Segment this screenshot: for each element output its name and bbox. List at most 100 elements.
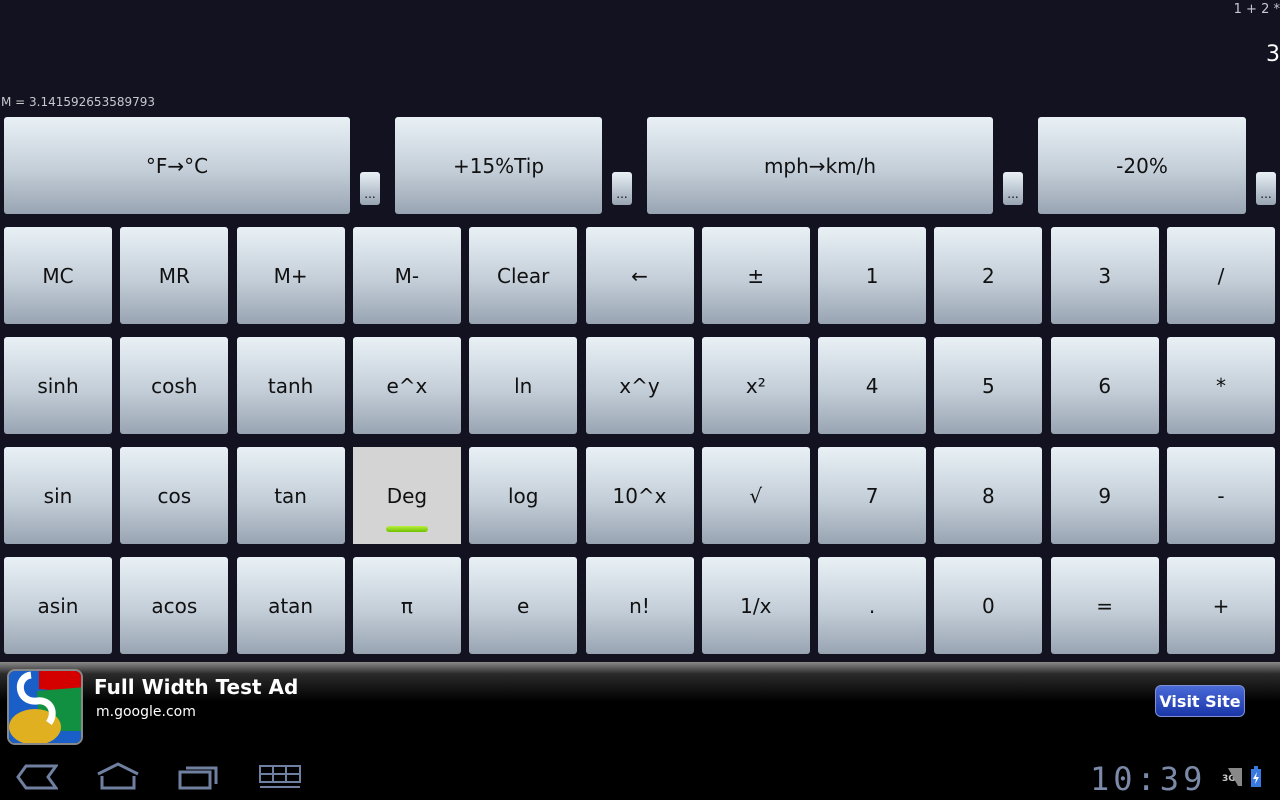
custom-function-button[interactable]: +15%Tip: [395, 117, 602, 214]
key-button[interactable]: ln: [469, 337, 578, 434]
key-label: ←: [631, 263, 648, 288]
key-button[interactable]: .: [818, 557, 927, 654]
recent-apps-icon[interactable]: [178, 764, 218, 790]
key-label: M+: [273, 263, 308, 288]
key-button[interactable]: 8: [934, 447, 1043, 544]
ad-banner[interactable]: Full Width Test Ad m.google.com Visit Si…: [0, 662, 1280, 752]
key-label: π: [400, 593, 413, 618]
key-button[interactable]: log: [469, 447, 578, 544]
key-label: /: [1217, 263, 1225, 288]
result-display: 3: [1266, 42, 1280, 67]
key-button[interactable]: -: [1167, 447, 1275, 544]
key-label: ln: [514, 373, 533, 398]
custom-function-options-button[interactable]: ...: [1003, 172, 1023, 205]
key-button[interactable]: 4: [818, 337, 927, 434]
key-label: 2: [982, 263, 995, 288]
deg-mode-toggle[interactable]: Deg: [352, 447, 461, 544]
key-button[interactable]: +: [1167, 557, 1275, 654]
custom-function-options-button[interactable]: ...: [360, 172, 380, 205]
key-button[interactable]: M-: [352, 227, 461, 324]
key-label: log: [507, 483, 539, 508]
expression-display: 1 + 2 *: [1233, 2, 1280, 17]
key-button[interactable]: =: [1050, 557, 1159, 654]
key-label: Deg: [386, 483, 428, 508]
key-button[interactable]: asin: [4, 557, 112, 654]
visit-site-button[interactable]: Visit Site: [1155, 685, 1245, 717]
key-button[interactable]: tan: [236, 447, 345, 544]
key-label: x²: [745, 373, 766, 398]
key-label: sin: [43, 483, 73, 508]
key-label: +: [1212, 593, 1230, 618]
key-label: 10^x: [612, 483, 667, 508]
key-button[interactable]: sin: [4, 447, 112, 544]
key-label: 5: [982, 373, 995, 398]
key-button[interactable]: MR: [120, 227, 229, 324]
google-logo-icon: [7, 669, 83, 745]
key-label: 0: [982, 593, 995, 618]
key-label: =: [1096, 593, 1114, 618]
ad-title[interactable]: Full Width Test Ad: [94, 675, 298, 699]
key-button[interactable]: 1: [818, 227, 927, 324]
key-button[interactable]: 1/x: [701, 557, 810, 654]
custom-function-button[interactable]: mph→km/h: [647, 117, 993, 214]
key-button[interactable]: 0: [934, 557, 1043, 654]
back-icon[interactable]: [16, 764, 58, 790]
key-button[interactable]: ←: [585, 227, 694, 324]
key-label: MC: [42, 263, 74, 288]
key-button[interactable]: √: [701, 447, 810, 544]
key-button[interactable]: π: [352, 557, 461, 654]
key-button[interactable]: 3: [1050, 227, 1159, 324]
key-button[interactable]: n!: [585, 557, 694, 654]
home-icon[interactable]: [96, 762, 140, 790]
key-button[interactable]: 6: [1050, 337, 1159, 434]
menu-grid-icon[interactable]: [258, 764, 302, 790]
key-label: ±: [747, 263, 765, 288]
key-button[interactable]: 9: [1050, 447, 1159, 544]
signal-icon: [1228, 768, 1242, 786]
key-button[interactable]: atan: [236, 557, 345, 654]
key-label: n!: [629, 593, 650, 618]
key-button[interactable]: Clear: [469, 227, 578, 324]
key-label: x^y: [619, 373, 660, 398]
system-nav-bar: 10:39 3G: [0, 752, 1280, 800]
key-button[interactable]: cosh: [120, 337, 229, 434]
key-label: MR: [158, 263, 190, 288]
key-label: 8: [982, 483, 995, 508]
key-button[interactable]: M+: [236, 227, 345, 324]
key-label: 7: [865, 483, 879, 508]
key-button[interactable]: 7: [818, 447, 927, 544]
key-button[interactable]: sinh: [4, 337, 112, 434]
key-button[interactable]: e: [469, 557, 578, 654]
key-label: 3: [1098, 263, 1112, 288]
custom-function-button[interactable]: °F→°C: [4, 117, 350, 214]
key-label: 6: [1098, 373, 1112, 398]
key-button[interactable]: 5: [934, 337, 1043, 434]
key-button[interactable]: e^x: [352, 337, 461, 434]
key-button[interactable]: MC: [4, 227, 112, 324]
clock: 10:39: [1090, 760, 1207, 798]
key-button[interactable]: tanh: [236, 337, 345, 434]
key-button[interactable]: x^y: [585, 337, 694, 434]
custom-function-button[interactable]: -20%: [1038, 117, 1246, 214]
key-button[interactable]: x²: [701, 337, 810, 434]
key-button[interactable]: ±: [701, 227, 810, 324]
key-button[interactable]: /: [1167, 227, 1275, 324]
key-label: -: [1217, 483, 1225, 508]
key-button[interactable]: *: [1167, 337, 1275, 434]
key-label: Clear: [497, 263, 550, 288]
key-label: √: [749, 483, 763, 508]
key-button[interactable]: 10^x: [585, 447, 694, 544]
key-button[interactable]: cos: [120, 447, 229, 544]
key-label: cos: [157, 483, 192, 508]
key-label: e: [517, 593, 530, 618]
custom-function-options-button[interactable]: ...: [1256, 172, 1276, 205]
custom-function-options-button[interactable]: ...: [612, 172, 632, 205]
key-label: atan: [268, 593, 314, 618]
key-label: asin: [37, 593, 79, 618]
key-label: sinh: [37, 373, 79, 398]
memory-display: M = 3.141592653589793: [1, 95, 156, 109]
key-button[interactable]: 2: [934, 227, 1043, 324]
ad-url[interactable]: m.google.com: [96, 704, 196, 720]
key-button[interactable]: acos: [120, 557, 229, 654]
key-label: M-: [394, 263, 420, 288]
